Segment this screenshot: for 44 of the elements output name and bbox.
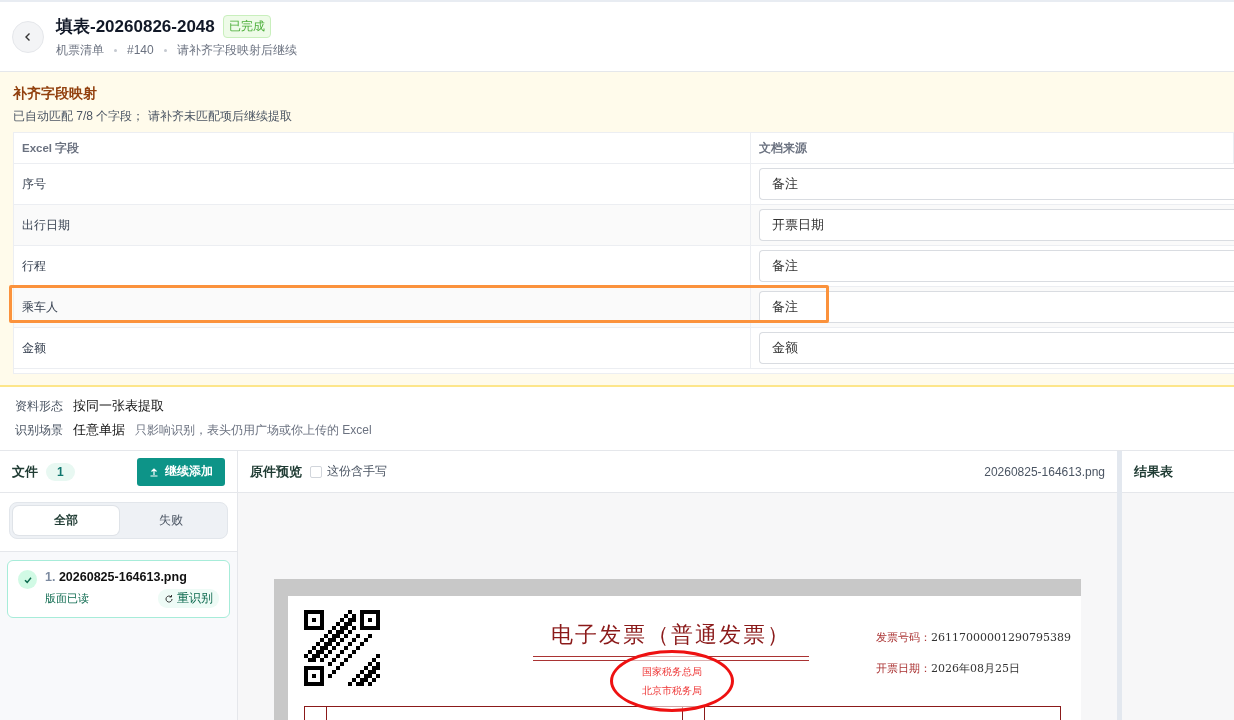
field-value: 26117000001290795389 bbox=[931, 631, 1071, 644]
setting-hint: 只影响识别，表头仍用广场或你上传的 Excel bbox=[135, 421, 372, 439]
setting-label: 识别场景 bbox=[15, 421, 63, 439]
setting-value: 按同一张表提取 bbox=[73, 397, 164, 415]
file-card[interactable]: 1. 20260825-164613.png 版面已读 重识别 bbox=[7, 560, 230, 618]
field-label: 发票号码： bbox=[876, 631, 931, 644]
section-title: 补齐字段映射 bbox=[13, 85, 98, 103]
source-select[interactable]: 备注 bbox=[759, 168, 1234, 200]
field-value: 2026年08月25日 bbox=[931, 662, 1020, 675]
checkbox-label: 这份含手写 bbox=[327, 463, 387, 480]
filter-tab[interactable]: 全部 bbox=[13, 506, 119, 535]
column-header: 文档来源 bbox=[751, 133, 1234, 163]
file-name: 20260825-164613.png bbox=[984, 464, 1105, 479]
page-title: 填表-20260826-2048 bbox=[56, 15, 215, 38]
table-cell: 序号 bbox=[14, 164, 751, 204]
meta-text: 机票清单 bbox=[56, 41, 104, 59]
column-header: Excel 字段 bbox=[14, 133, 751, 163]
file-name: 1. 20260825-164613.png bbox=[45, 570, 188, 584]
meta-text: 请补齐字段映射后继续 bbox=[176, 41, 297, 59]
meta-text: #140 bbox=[127, 43, 154, 57]
setting-value: 任意单据 bbox=[73, 421, 125, 439]
table-cell: 行程 bbox=[14, 246, 751, 286]
table-cell: 金额 bbox=[14, 328, 751, 368]
source-select[interactable]: 备注 bbox=[759, 291, 1234, 323]
seal-text: 国家税务总局 bbox=[642, 664, 702, 679]
count-badge: 1 bbox=[46, 462, 75, 481]
field-label: 开票日期： bbox=[876, 662, 931, 675]
file-status: 版面已读 bbox=[45, 591, 89, 606]
retry-button[interactable]: 重识别 bbox=[158, 589, 219, 608]
invoice-title: 电子发票（普通发票） bbox=[551, 621, 791, 649]
table-cell: 出行日期 bbox=[14, 205, 751, 245]
seal-text: 北京市税务局 bbox=[642, 683, 702, 698]
filter-tab[interactable]: 失败 bbox=[118, 506, 224, 535]
table-cell: 乘车人 bbox=[14, 287, 751, 327]
panel-title: 结果表 bbox=[1134, 462, 1173, 481]
add-button[interactable]: 继续添加 bbox=[137, 457, 225, 486]
status-badge: 已完成 bbox=[222, 14, 271, 38]
section-subtitle: 已自动匹配 7/8 个字段； 请补齐未匹配项后继续提取 bbox=[13, 108, 293, 125]
setting-label: 资料形态 bbox=[15, 397, 63, 415]
panel-title: 原件预览 bbox=[250, 462, 302, 481]
source-select[interactable]: 备注 bbox=[759, 250, 1234, 282]
source-select[interactable]: 开票日期 bbox=[759, 209, 1234, 241]
panel-title: 文件 bbox=[12, 462, 38, 481]
source-select[interactable]: 金额 bbox=[759, 332, 1234, 364]
